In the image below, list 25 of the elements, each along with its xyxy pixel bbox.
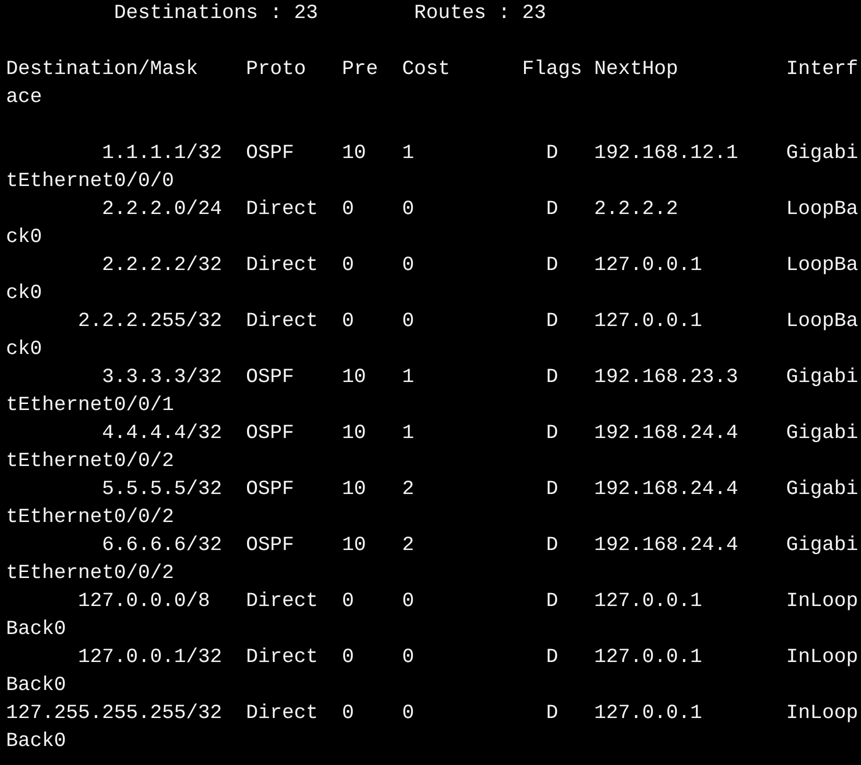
terminal-line: Back0 [6, 617, 66, 643]
terminal-line: Destination/Mask Proto Pre Cost Flags NextHop Interf [6, 57, 858, 83]
terminal-line: 3.3.3.3/32 OSPF 10 1 D 192.168.23.3 Gigabi [101, 365, 858, 391]
terminal-line: tEthernet0/0/2 [6, 449, 174, 475]
terminal-line: Destinations : 23 Routes : 23 [113, 1, 546, 27]
terminal-line: 1.1.1.1/32 OSPF 10 1 D 192.168.12.1 Gigabi [101, 141, 858, 167]
terminal-line: 2.2.2.255/32 Direct 0 0 D 127.0.0.1 LoopBa [77, 309, 858, 335]
terminal-line: ck0 [6, 337, 42, 363]
terminal-line: 4.4.4.4/32 OSPF 10 1 D 192.168.24.4 Gigabi [101, 421, 858, 447]
terminal-line: tEthernet0/0/2 [6, 505, 174, 531]
terminal-line: Back0 [6, 673, 66, 699]
terminal-line: 127.255.255.255/32 Direct 0 0 D 127.0.0.1 InLoop [6, 701, 858, 727]
terminal-line: 2.2.2.0/24 Direct 0 0 D 2.2.2.2 LoopBa [101, 197, 858, 223]
terminal-line: tEthernet0/0/2 [6, 561, 174, 587]
terminal-line: Back0 [6, 729, 66, 755]
terminal-line: 2.2.2.2/32 Direct 0 0 D 127.0.0.1 LoopBa [101, 253, 858, 279]
terminal-line: 127.0.0.0/8 Direct 0 0 D 127.0.0.1 InLoop [77, 589, 858, 615]
terminal-line: tEthernet0/0/1 [6, 393, 174, 419]
terminal-line: 6.6.6.6/32 OSPF 10 2 D 192.168.24.4 Gigabi [101, 533, 858, 559]
terminal-line: 5.5.5.5/32 OSPF 10 2 D 192.168.24.4 Gigabi [101, 477, 858, 503]
terminal-line: ck0 [6, 281, 42, 307]
terminal-line: ck0 [6, 225, 42, 251]
terminal-line: tEthernet0/0/0 [6, 169, 174, 195]
terminal-line: 127.0.0.1/32 Direct 0 0 D 127.0.0.1 InLoop [77, 645, 858, 671]
terminal-line: ace [6, 85, 42, 111]
